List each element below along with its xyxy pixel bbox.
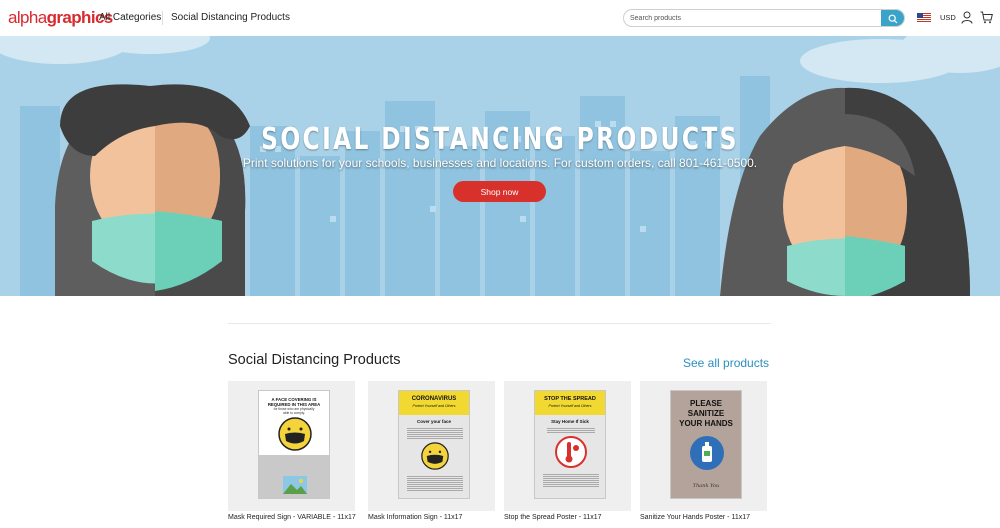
search-input[interactable] [630, 11, 880, 25]
top-header: alphagraphics All Categories Social Dist… [0, 0, 1000, 36]
product-name[interactable]: Mask Information Sign - 11x17 [368, 514, 462, 521]
product-card-sanitize-hands[interactable]: PLEASE SANITIZE YOUR HANDS Thank You [640, 381, 767, 511]
product-image: PLEASE SANITIZE YOUR HANDS Thank You [670, 390, 742, 499]
hero-banner: SOCIAL DISTANCING PRODUCTS Print solutio… [0, 36, 1000, 296]
thermometer-icon [555, 436, 587, 468]
section-title: Social Distancing Products [228, 352, 401, 368]
hand-sanitizer-icon [690, 436, 724, 470]
nav-divider [162, 11, 163, 25]
face-mask-icon [421, 442, 449, 470]
currency-selector[interactable]: USD [940, 13, 956, 22]
shop-now-button[interactable]: Shop now [453, 181, 546, 202]
product-card-stop-the-spread[interactable]: STOP THE SPREAD Protect Yourself and Oth… [504, 381, 631, 511]
us-flag-icon[interactable] [917, 13, 931, 22]
product-image: CORONAVIRUS Protect Yourself and Others … [398, 390, 470, 499]
user-icon[interactable] [961, 11, 973, 24]
placeholder-image-icon [283, 476, 307, 494]
see-all-products-link[interactable]: See all products [683, 356, 769, 370]
alphagraphics-logo[interactable]: alphagraphics [8, 8, 113, 28]
product-card-mask-information[interactable]: CORONAVIRUS Protect Yourself and Others … [368, 381, 495, 511]
cart-icon[interactable] [980, 11, 993, 24]
face-mask-icon [278, 417, 312, 451]
search-button[interactable] [881, 10, 904, 26]
nav-social-distancing-products[interactable]: Social Distancing Products [171, 12, 290, 23]
hero-title: SOCIAL DISTANCING PRODUCTS [261, 122, 739, 157]
hero-subtitle: Print solutions for your schools, busine… [242, 156, 758, 170]
product-image: STOP THE SPREAD Protect Yourself and Oth… [534, 390, 606, 499]
product-card-mask-required[interactable]: A FACE COVERING IS REQUIRED IN THIS AREA… [228, 381, 355, 511]
product-name[interactable]: Mask Required Sign - VARIABLE - 11x17 [228, 514, 356, 521]
man-figure [55, 84, 250, 296]
section-divider [228, 323, 771, 324]
product-name[interactable]: Stop the Spread Poster - 11x17 [504, 514, 602, 521]
product-name[interactable]: Sanitize Your Hands Poster - 11x17 [640, 514, 750, 521]
search-bar [623, 9, 905, 27]
nav-all-categories[interactable]: All Categories [99, 12, 161, 23]
product-image: A FACE COVERING IS REQUIRED IN THIS AREA… [258, 390, 330, 499]
search-icon [888, 14, 897, 24]
